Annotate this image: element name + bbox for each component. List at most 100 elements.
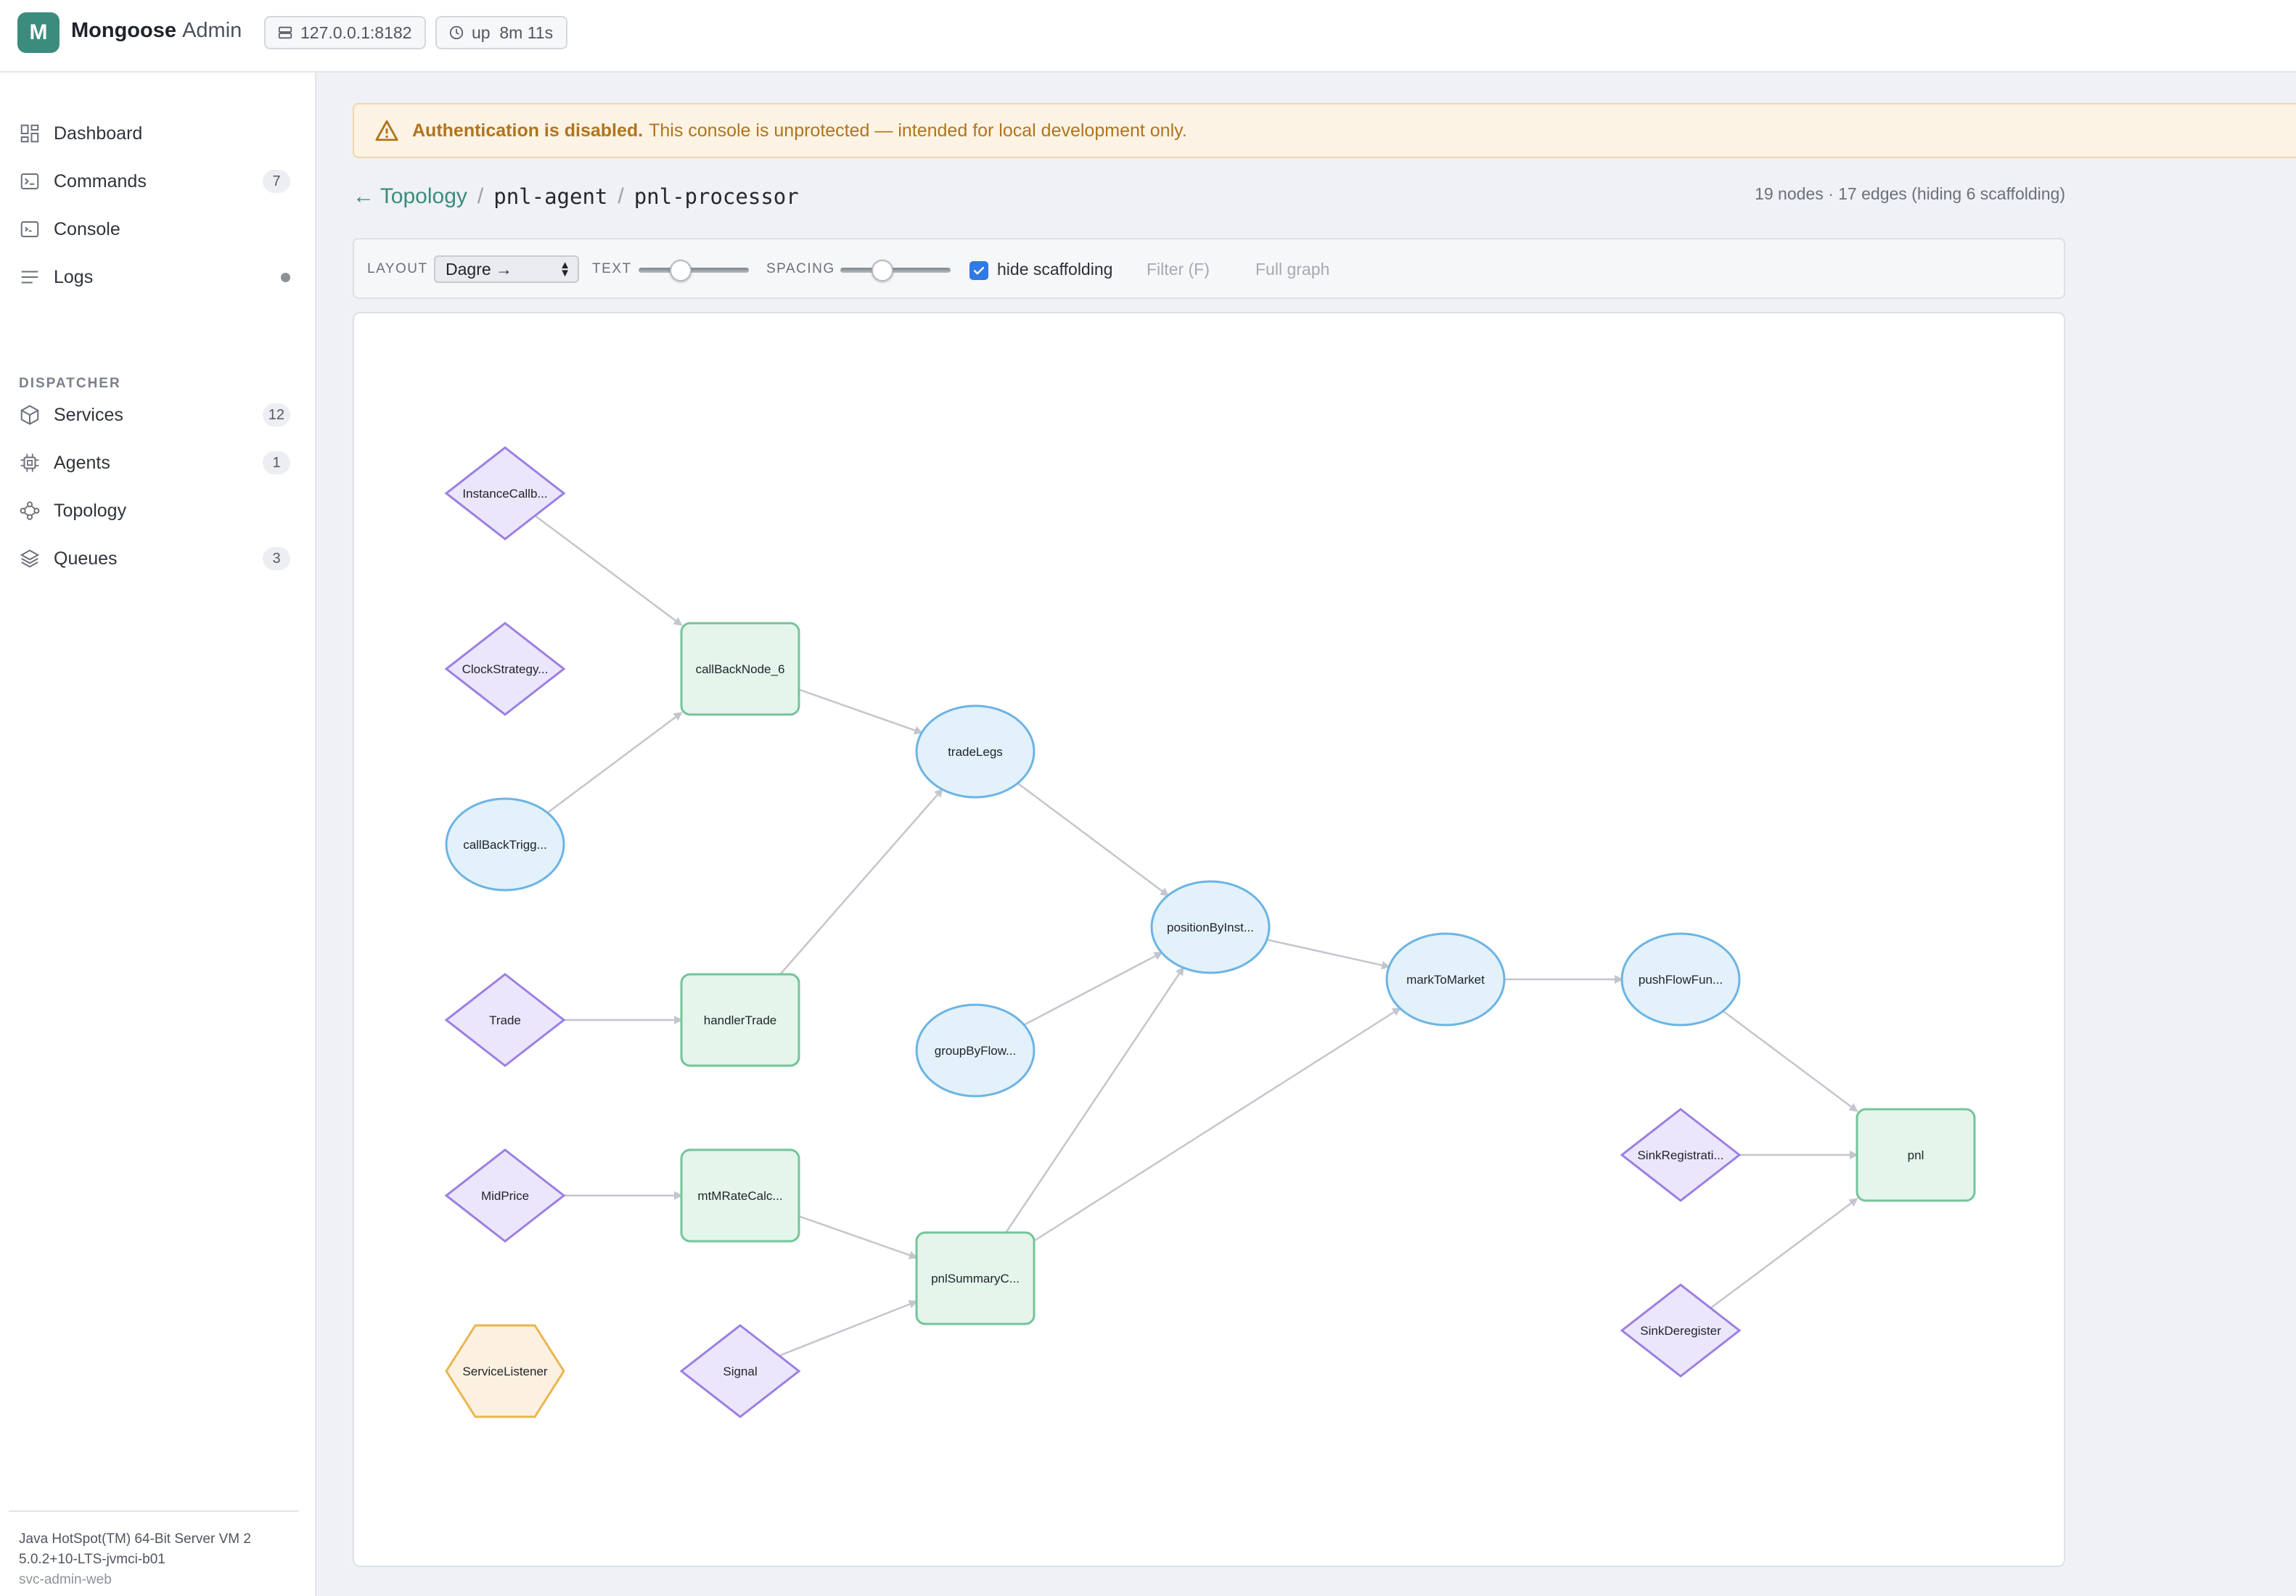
graph-node-midPrice[interactable]: MidPrice [444,1148,566,1243]
breadcrumb-separator: / [477,184,484,208]
node-label: mtMRateCalc... [697,1189,782,1203]
graph-edge-instanceCallb-to-callBackNode6 [534,514,683,626]
graph-toolbar: LAYOUT Dagre → ▲ ▼ TEXT SPACING hide scaf… [353,238,2065,299]
spacing-slider[interactable] [840,260,951,281]
app-title[interactable]: Mongoose Admin [71,19,242,43]
graph-edge-signal-to-pnlSummaryC [779,1300,918,1357]
app-name: Mongoose [71,19,176,42]
lines-icon [21,271,38,284]
sidebar-item-dashboard[interactable]: Dashboard [0,113,316,154]
app-logo[interactable]: M [17,12,60,53]
graph-node-clockStrategy[interactable]: ClockStrategy... [444,622,566,716]
slider-thumb[interactable] [872,260,893,281]
sidebar-item-label: Services [54,404,123,425]
sidebar-item-label: Topology [54,500,127,521]
count-badge: 3 [263,547,290,570]
graph-node-pushFlowFun[interactable]: pushFlowFun... [1620,932,1741,1027]
count-badge: 7 [263,170,290,193]
graph-edge-positionByInst-to-markToMarket [1266,939,1391,970]
breadcrumb-back-link[interactable]: ← Topology [353,184,467,209]
host-name: svc-admin-web [19,1572,112,1587]
node-label: callBackNode_6 [696,662,785,676]
topology-graph-canvas[interactable]: InstanceCallb... ClockStrategy... callBack… [353,312,2065,1567]
sidebar-item-services[interactable]: Services 12 [0,395,316,435]
layout-select[interactable]: Dagre → ▲ ▼ [434,255,579,283]
graph-node-sinkDeregister[interactable]: SinkDeregister [1620,1283,1742,1378]
console-icon [20,221,39,237]
layout-select-value: Dagre → [446,259,513,279]
graph-node-handlerTrade[interactable]: handlerTrade [680,973,800,1067]
graph-node-callBackNode6[interactable]: callBackNode_6 [680,622,800,716]
graph-node-mtmRateCalc[interactable]: mtMRateCalc... [680,1148,800,1243]
full-graph-button[interactable]: Full graph [1255,260,1329,279]
layout-label: LAYOUT [367,261,428,276]
count-badge: 1 [263,451,290,474]
sidebar-item-label: Commands [54,170,147,192]
node-label: InstanceCallb... [462,487,547,501]
slider-thumb[interactable] [670,260,692,281]
breadcrumb-separator: / [618,184,624,208]
app-name-suffix: Admin [182,19,242,42]
sidebar-item-label: Queues [54,548,118,569]
graph-node-groupByFlow[interactable]: groupByFlow... [915,1003,1036,1098]
node-label: MidPrice [481,1189,529,1203]
node-label: pushFlowFun... [1639,973,1723,987]
graph-edge-groupByFlow-to-positionByInst [1023,952,1163,1026]
section-label-dispatcher: DISPATCHER [19,376,121,391]
node-label: SinkRegistrati... [1637,1148,1723,1162]
graph-node-markToMarket[interactable]: markToMarket [1385,932,1506,1027]
node-label: tradeLegs [948,745,1003,759]
uptime-text: up 8m 11s [472,22,554,42]
sidebar-item-agents[interactable]: Agents 1 [0,443,316,483]
breadcrumb: ← Topology / pnl-agent / pnl-processor [353,184,799,209]
select-arrows-icon: ▲ ▼ [559,259,570,279]
graph-edge-pnlSummaryC-to-positionByInst [1005,966,1184,1233]
grid-icon [20,124,39,143]
graph-node-pnl[interactable]: pnl [1856,1108,1976,1202]
server-icon [278,26,292,39]
sidebar-item-console[interactable]: Console [0,209,316,250]
graph-node-sinkRegistrati[interactable]: SinkRegistrati... [1620,1108,1742,1202]
vm-info-line-2: 5.0.2+10-LTS-jvmci-b01 [19,1552,165,1567]
filter-button[interactable]: Filter (F) [1147,260,1210,279]
warning-icon [375,120,398,141]
runtime-info: Java HotSpot(TM) 64-Bit Server VM 2 5.0.… [9,1510,299,1590]
graph-edge-handlerTrade-to-tradeLegs [779,788,943,975]
node-label: SinkDeregister [1640,1324,1721,1338]
hide-scaffolding-label[interactable]: hide scaffolding [997,260,1112,279]
graph-node-trade[interactable]: Trade [444,973,566,1067]
graph-node-pnlSummaryC[interactable]: pnlSummaryC... [915,1231,1036,1325]
text-size-label: TEXT [592,261,632,276]
node-label: ClockStrategy... [462,662,549,676]
node-label: markToMarket [1406,973,1485,987]
text-size-slider[interactable] [639,260,749,281]
topology-icon [20,501,40,520]
node-label: Signal [723,1365,757,1378]
node-label: positionByInst... [1167,921,1254,934]
node-label: ServiceListener [462,1365,548,1378]
sidebar-item-topology[interactable]: Topology [0,490,316,531]
graph-node-signal[interactable]: Signal [679,1324,801,1418]
hide-scaffolding-checkbox[interactable] [969,261,988,280]
graph-node-positionByInst[interactable]: positionByInst... [1150,880,1271,974]
graph-node-tradeLegs[interactable]: tradeLegs [915,704,1036,799]
sidebar-item-label: Logs [54,266,94,287]
layers-icon [20,549,40,568]
sidebar-item-label: Dashboard [54,123,143,144]
graph-edge-mtmRateCalc-to-pnlSummaryC [798,1215,918,1259]
sidebar-item-logs[interactable]: Logs [0,257,316,297]
graph-edge-callBackNode6-to-tradeLegs [798,688,924,735]
sidebar-item-commands[interactable]: Commands 7 [0,161,316,202]
status-dot [281,272,290,282]
auth-warning-banner: Authentication is disabled. This console… [353,103,2296,158]
sidebar-item-queues[interactable]: Queues 3 [0,538,316,579]
graph-node-serviceListener[interactable]: ServiceListener [445,1324,565,1418]
graph-stats: 19 nodes · 17 edges (hiding 6 scaffoldin… [1755,184,2065,203]
graph-node-instanceCallb[interactable]: InstanceCallb... [444,446,566,540]
breadcrumb-agent[interactable]: pnl-agent [493,184,607,209]
topology-graph[interactable]: InstanceCallb... ClockStrategy... callBack… [354,313,2064,1566]
graph-edge-callBackTrigg-to-callBackNode6 [546,712,683,814]
graph-node-callBackTrigg[interactable]: callBackTrigg... [445,797,565,892]
node-label: Trade [489,1013,521,1027]
terminal-icon [20,173,39,189]
